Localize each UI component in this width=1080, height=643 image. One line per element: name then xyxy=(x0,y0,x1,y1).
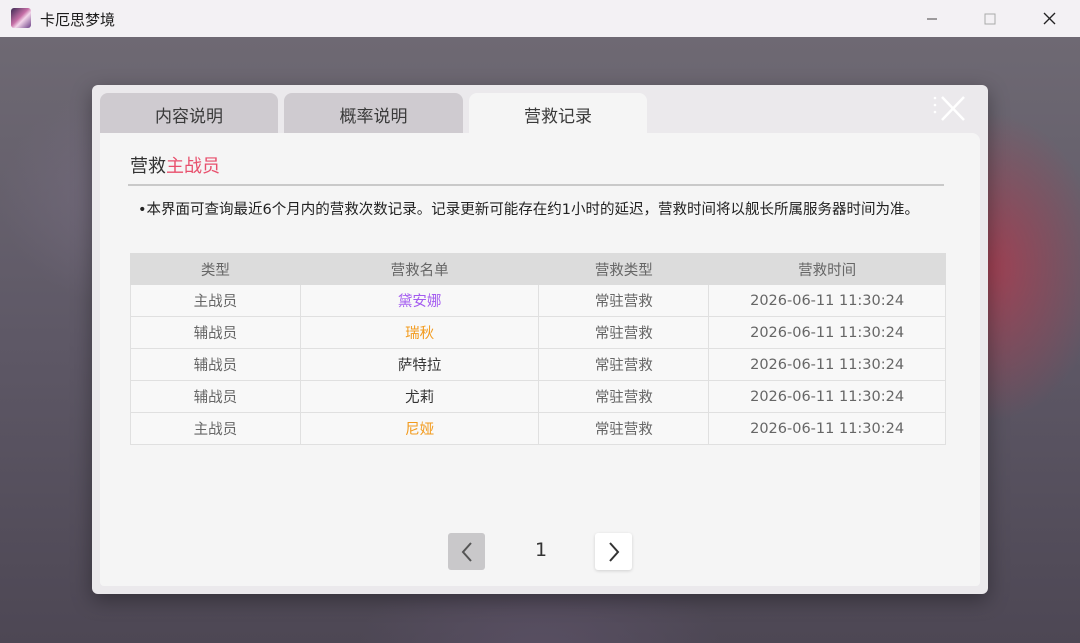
window-title: 卡厄思梦境 xyxy=(40,11,116,29)
tab-label: 概率说明 xyxy=(339,106,408,127)
cell-name: 萨特拉 xyxy=(299,348,540,381)
tab-content-description[interactable]: 内容说明 xyxy=(100,93,278,135)
rescue-records-table: 类型 营救名单 营救类型 营救时间 主战员 黛安娜 常驻营救 2026-06-1… xyxy=(130,253,946,445)
maximize-button[interactable] xyxy=(961,0,1019,37)
close-icon xyxy=(1043,12,1055,25)
table-row: 主战员 尼娅 常驻营救 2026-06-11 11:30:24 xyxy=(130,412,946,445)
table-row: 主战员 黛安娜 常驻营救 2026-06-11 11:30:24 xyxy=(130,284,946,317)
tab-rescue-records[interactable]: 营救记录 xyxy=(469,93,647,135)
cell-name: 尤莉 xyxy=(299,380,540,413)
minimize-icon xyxy=(927,18,937,19)
table-row: 辅战员 瑞秋 常驻营救 2026-06-11 11:30:24 xyxy=(130,316,946,349)
column-header-rescue-type: 营救类型 xyxy=(538,253,710,285)
cell-rescue-type: 常驻营救 xyxy=(538,380,710,413)
cell-name: 瑞秋 xyxy=(299,316,540,349)
rescue-info-modal: 内容说明 概率说明 营救记录 营救主战员 •本界面可查询最近6个月内的营救次数记… xyxy=(92,85,988,594)
next-page-button[interactable] xyxy=(595,533,632,570)
cell-time: 2026-06-11 11:30:24 xyxy=(708,412,946,445)
tab-probability-description[interactable]: 概率说明 xyxy=(284,93,463,135)
close-icon xyxy=(933,96,965,121)
cell-name: 黛安娜 xyxy=(299,284,540,317)
modal-close-button[interactable] xyxy=(930,94,972,124)
column-header-type: 类型 xyxy=(130,253,301,285)
cell-name: 尼娅 xyxy=(299,412,540,445)
current-page-number: 1 xyxy=(534,539,548,561)
cell-time: 2026-06-11 11:30:24 xyxy=(708,284,946,317)
column-header-time: 营救时间 xyxy=(708,253,946,285)
cell-time: 2026-06-11 11:30:24 xyxy=(708,348,946,381)
chevron-right-icon xyxy=(608,541,619,562)
table-row: 辅战员 萨特拉 常驻营救 2026-06-11 11:30:24 xyxy=(130,348,946,381)
divider xyxy=(128,184,944,186)
cell-time: 2026-06-11 11:30:24 xyxy=(708,380,946,413)
cell-type: 辅战员 xyxy=(130,348,301,381)
cell-type: 主战员 xyxy=(130,412,301,445)
previous-page-button[interactable] xyxy=(448,533,485,570)
cell-type: 辅战员 xyxy=(130,380,301,413)
column-header-name: 营救名单 xyxy=(299,253,540,285)
cell-type: 主战员 xyxy=(130,284,301,317)
window-titlebar: 卡厄思梦境 xyxy=(0,0,1080,37)
cell-rescue-type: 常驻营救 xyxy=(538,348,710,381)
rescue-records-panel: 营救主战员 •本界面可查询最近6个月内的营救次数记录。记录更新可能存在约1小时的… xyxy=(100,133,980,586)
cell-time: 2026-06-11 11:30:24 xyxy=(708,316,946,349)
chevron-left-icon xyxy=(461,541,472,562)
table-header-row: 类型 营救名单 营救类型 营救时间 xyxy=(130,253,946,285)
table-row: 辅战员 尤莉 常驻营救 2026-06-11 11:30:24 xyxy=(130,380,946,413)
cell-rescue-type: 常驻营救 xyxy=(538,284,710,317)
minimize-button[interactable] xyxy=(903,0,961,37)
tab-label: 内容说明 xyxy=(155,106,223,127)
maximize-icon xyxy=(984,13,996,24)
section-title-highlight: 主战员 xyxy=(166,156,220,177)
cell-rescue-type: 常驻营救 xyxy=(538,316,710,349)
window-close-button[interactable] xyxy=(1020,0,1078,37)
cell-type: 辅战员 xyxy=(130,316,301,349)
notice-text: •本界面可查询最近6个月内的营救次数记录。记录更新可能存在约1小时的延迟，营救时… xyxy=(138,202,919,218)
section-title-prefix: 营救 xyxy=(130,156,166,177)
tab-label: 营救记录 xyxy=(524,106,592,127)
app-icon xyxy=(11,8,31,28)
cell-rescue-type: 常驻营救 xyxy=(538,412,710,445)
section-title: 营救主战员 xyxy=(130,152,220,178)
